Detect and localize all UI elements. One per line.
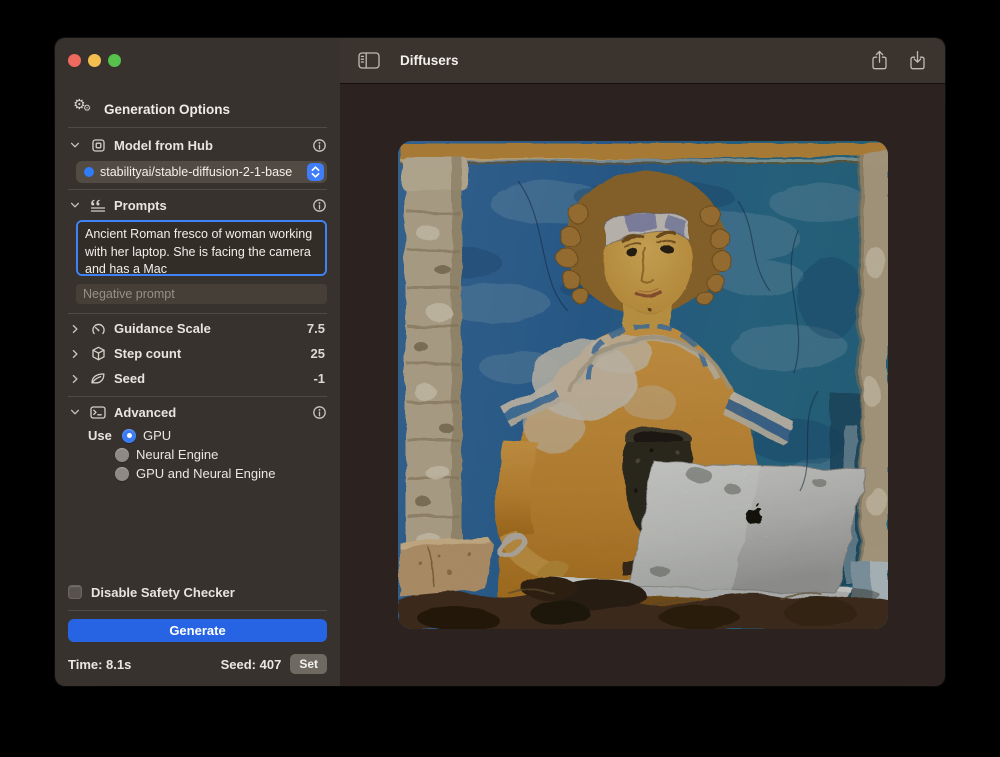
guidance-scale-label: Guidance Scale xyxy=(114,321,211,336)
divider xyxy=(68,189,327,190)
prompts-info-icon[interactable] xyxy=(312,198,327,213)
chevron-right-icon xyxy=(68,348,82,360)
main-content: Diffusers xyxy=(340,38,945,686)
prompts-section-row[interactable]: Prompts xyxy=(68,193,327,217)
zoom-window-button[interactable] xyxy=(108,54,121,67)
advanced-section-label: Advanced xyxy=(114,405,176,420)
radio-gpu-and-neural-engine-label: GPU and Neural Engine xyxy=(136,466,275,481)
use-label: Use xyxy=(88,428,115,443)
seed-row[interactable]: Seed -1 xyxy=(68,366,327,391)
chevron-down-icon xyxy=(68,199,82,211)
dial-icon xyxy=(88,322,108,336)
radio-row-gpu-and-neural-engine: GPU and Neural Engine xyxy=(68,464,327,483)
seed-value: -1 xyxy=(313,371,327,386)
compute-unit-group: Use GPU Neural Engine GPU and Neural Eng… xyxy=(68,426,327,483)
generated-image xyxy=(398,141,888,629)
cube-icon xyxy=(88,346,108,361)
radio-row-gpu: Use GPU xyxy=(68,426,327,445)
radio-neural-engine-label: Neural Engine xyxy=(136,447,218,462)
advanced-section-row[interactable]: Advanced xyxy=(68,400,327,424)
sidebar-spacer xyxy=(68,483,327,582)
radio-gpu-and-neural-engine[interactable] xyxy=(115,467,129,481)
prompt-input[interactable]: Ancient Roman fresco of woman working wi… xyxy=(76,220,327,276)
share-icon[interactable] xyxy=(870,50,889,71)
model-dropdown-value: stabilityai/stable-diffusion-2-1-base xyxy=(100,165,301,179)
sidebar-header: ⚙ ⚙ Generation Options xyxy=(68,100,327,118)
leaf-icon xyxy=(88,372,108,385)
gears-icon: ⚙ ⚙ xyxy=(73,100,95,118)
model-chip-icon xyxy=(88,138,108,153)
guidance-scale-value: 7.5 xyxy=(307,321,327,336)
seed-label: Seed xyxy=(114,371,145,386)
window-controls xyxy=(68,38,327,67)
generation-options-sidebar: ⚙ ⚙ Generation Options Model from Hub st… xyxy=(55,38,340,686)
safety-checker-row: Disable Safety Checker xyxy=(68,582,327,602)
quote-icon xyxy=(88,199,108,212)
sidebar-footer: Time: 8.1s Seed: 407 Set xyxy=(68,654,327,674)
model-status-dot xyxy=(84,167,94,177)
prompts-section-label: Prompts xyxy=(114,198,167,213)
step-count-label: Step count xyxy=(114,346,181,361)
close-window-button[interactable] xyxy=(68,54,81,67)
divider xyxy=(68,396,327,397)
chevron-right-icon xyxy=(68,373,82,385)
toolbar: Diffusers xyxy=(340,38,945,84)
window-title: Diffusers xyxy=(400,53,459,68)
set-seed-button[interactable]: Set xyxy=(290,654,327,674)
divider xyxy=(68,610,327,611)
disable-safety-checker-checkbox[interactable] xyxy=(68,585,82,599)
toolbar-actions xyxy=(870,50,927,71)
sidebar-title: Generation Options xyxy=(104,102,230,117)
radio-row-neural-engine: Neural Engine xyxy=(68,445,327,464)
guidance-scale-row[interactable]: Guidance Scale 7.5 xyxy=(68,316,327,341)
divider xyxy=(68,127,327,128)
model-section-row[interactable]: Model from Hub xyxy=(68,132,327,158)
generate-button[interactable]: Generate xyxy=(68,619,327,642)
save-icon[interactable] xyxy=(908,50,927,71)
dropdown-stepper-icon xyxy=(307,163,324,181)
radio-neural-engine[interactable] xyxy=(115,448,129,462)
radio-gpu[interactable] xyxy=(122,429,136,443)
chevron-down-icon xyxy=(68,406,82,418)
step-count-row[interactable]: Step count 25 xyxy=(68,341,327,366)
chevron-right-icon xyxy=(68,323,82,335)
divider xyxy=(68,313,327,314)
radio-gpu-label: GPU xyxy=(143,428,171,443)
time-readout: Time: 8.1s xyxy=(68,657,131,672)
model-dropdown[interactable]: stabilityai/stable-diffusion-2-1-base xyxy=(76,161,327,183)
advanced-info-icon[interactable] xyxy=(312,405,327,420)
last-seed-readout: Seed: 407 xyxy=(221,657,282,672)
minimize-window-button[interactable] xyxy=(88,54,101,67)
disable-safety-checker-label: Disable Safety Checker xyxy=(91,585,235,600)
model-section-label: Model from Hub xyxy=(114,138,213,153)
image-canvas xyxy=(340,84,945,686)
terminal-icon xyxy=(88,406,108,419)
chevron-down-icon xyxy=(68,139,82,151)
step-count-value: 25 xyxy=(311,346,327,361)
negative-prompt-input[interactable] xyxy=(76,284,327,304)
model-info-icon[interactable] xyxy=(312,138,327,153)
toggle-sidebar-button[interactable] xyxy=(358,52,380,69)
app-window: ⚙ ⚙ Generation Options Model from Hub st… xyxy=(55,38,945,686)
